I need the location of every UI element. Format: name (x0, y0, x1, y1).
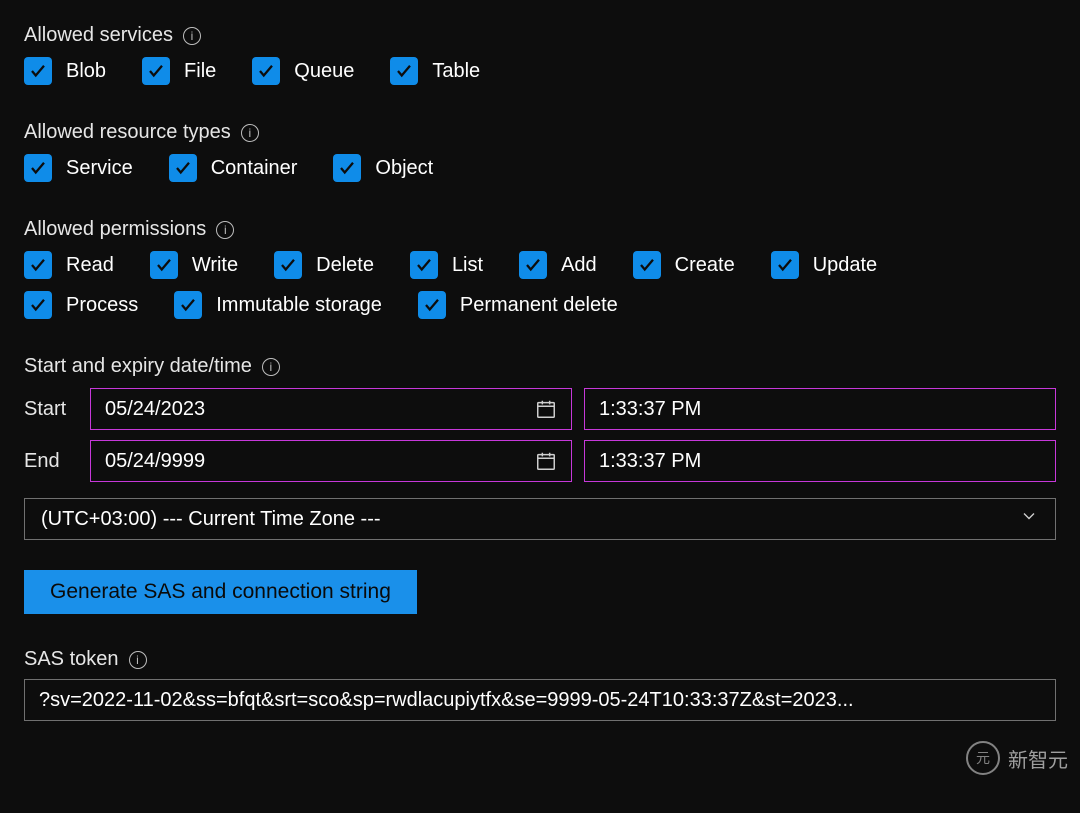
checkbox-label: Blob (66, 60, 106, 83)
checkbox-label: Write (192, 254, 238, 277)
checkbox-box[interactable] (142, 57, 170, 85)
start-label: Start (24, 398, 78, 421)
checkbox-label: Permanent delete (460, 294, 618, 317)
end-date-value: 05/24/9999 (105, 450, 205, 473)
allowed-services-text: Allowed services (24, 24, 173, 47)
start-row: Start 05/24/2023 1:33:37 PM (24, 388, 1056, 430)
checkbox-list[interactable]: List (410, 251, 483, 279)
allowed-services-row: Blob File Queue Table (24, 57, 1056, 85)
checkbox-label: Delete (316, 254, 374, 277)
datetime-section-label: Start and expiry date/time i (24, 355, 1056, 378)
checkbox-permanent-delete[interactable]: Permanent delete (418, 291, 618, 319)
allowed-services-label: Allowed services i (24, 24, 1056, 47)
calendar-icon[interactable] (535, 450, 557, 472)
checkbox-box[interactable] (390, 57, 418, 85)
generate-sas-button[interactable]: Generate SAS and connection string (24, 570, 417, 614)
checkbox-label: Update (813, 254, 878, 277)
checkbox-label: Read (66, 254, 114, 277)
checkbox-label: Container (211, 157, 298, 180)
checkbox-label: Process (66, 294, 138, 317)
checkbox-label: Object (375, 157, 433, 180)
end-time-value: 1:33:37 PM (599, 450, 701, 473)
checkbox-label: List (452, 254, 483, 277)
end-label: End (24, 450, 78, 473)
allowed-permissions-row2: Process Immutable storage Permanent dele… (24, 291, 1056, 319)
checkbox-label: Table (432, 60, 480, 83)
checkbox-object[interactable]: Object (333, 154, 433, 182)
checkbox-read[interactable]: Read (24, 251, 114, 279)
start-date-input[interactable]: 05/24/2023 (90, 388, 572, 430)
end-time-input[interactable]: 1:33:37 PM (584, 440, 1056, 482)
chevron-down-icon (1019, 506, 1039, 532)
checkbox-box[interactable] (24, 154, 52, 182)
info-icon[interactable]: i (129, 651, 147, 669)
watermark-text: 新智元 (1008, 744, 1068, 773)
checkbox-box[interactable] (771, 251, 799, 279)
checkbox-label: Create (675, 254, 735, 277)
watermark-icon: 元 (966, 741, 1000, 775)
checkbox-box[interactable] (252, 57, 280, 85)
allowed-permissions-label: Allowed permissions i (24, 218, 1056, 241)
allowed-resource-types-text: Allowed resource types (24, 121, 231, 144)
checkbox-update[interactable]: Update (771, 251, 878, 279)
checkbox-box[interactable] (24, 251, 52, 279)
checkbox-box[interactable] (174, 291, 202, 319)
checkbox-box[interactable] (418, 291, 446, 319)
checkbox-label: Immutable storage (216, 294, 382, 317)
checkbox-service[interactable]: Service (24, 154, 133, 182)
info-icon[interactable]: i (241, 124, 259, 142)
info-icon[interactable]: i (216, 221, 234, 239)
checkbox-add[interactable]: Add (519, 251, 597, 279)
checkbox-table[interactable]: Table (390, 57, 480, 85)
checkbox-queue[interactable]: Queue (252, 57, 354, 85)
allowed-permissions-text: Allowed permissions (24, 218, 206, 241)
sas-token-field[interactable]: ?sv=2022-11-02&ss=bfqt&srt=sco&sp=rwdlac… (24, 679, 1056, 721)
checkbox-immutable-storage[interactable]: Immutable storage (174, 291, 382, 319)
sas-token-label: SAS token i (24, 648, 1056, 671)
watermark: 元 新智元 (966, 741, 1068, 775)
info-icon[interactable]: i (183, 27, 201, 45)
checkbox-label: Service (66, 157, 133, 180)
checkbox-label: Add (561, 254, 597, 277)
checkbox-box[interactable] (519, 251, 547, 279)
datetime-label-text: Start and expiry date/time (24, 355, 252, 378)
start-date-value: 05/24/2023 (105, 398, 205, 421)
allowed-permissions-row1: Read Write Delete List Add Create Update (24, 251, 1056, 279)
checkbox-delete[interactable]: Delete (274, 251, 374, 279)
timezone-select[interactable]: (UTC+03:00) --- Current Time Zone --- (24, 498, 1056, 540)
checkbox-box[interactable] (169, 154, 197, 182)
allowed-resource-types-row: Service Container Object (24, 154, 1056, 182)
info-icon[interactable]: i (262, 358, 280, 376)
checkbox-write[interactable]: Write (150, 251, 238, 279)
checkbox-box[interactable] (24, 291, 52, 319)
timezone-value: (UTC+03:00) --- Current Time Zone --- (41, 508, 381, 531)
checkbox-box[interactable] (633, 251, 661, 279)
sas-token-value: ?sv=2022-11-02&ss=bfqt&srt=sco&sp=rwdlac… (39, 689, 854, 712)
checkbox-create[interactable]: Create (633, 251, 735, 279)
start-time-value: 1:33:37 PM (599, 398, 701, 421)
end-row: End 05/24/9999 1:33:37 PM (24, 440, 1056, 482)
checkbox-label: File (184, 60, 216, 83)
checkbox-container[interactable]: Container (169, 154, 298, 182)
checkbox-file[interactable]: File (142, 57, 216, 85)
sas-token-label-text: SAS token (24, 648, 119, 671)
checkbox-box[interactable] (274, 251, 302, 279)
checkbox-process[interactable]: Process (24, 291, 138, 319)
checkbox-label: Queue (294, 60, 354, 83)
checkbox-box[interactable] (150, 251, 178, 279)
checkbox-box[interactable] (24, 57, 52, 85)
end-date-input[interactable]: 05/24/9999 (90, 440, 572, 482)
calendar-icon[interactable] (535, 398, 557, 420)
checkbox-blob[interactable]: Blob (24, 57, 106, 85)
checkbox-box[interactable] (333, 154, 361, 182)
start-time-input[interactable]: 1:33:37 PM (584, 388, 1056, 430)
checkbox-box[interactable] (410, 251, 438, 279)
allowed-resource-types-label: Allowed resource types i (24, 121, 1056, 144)
